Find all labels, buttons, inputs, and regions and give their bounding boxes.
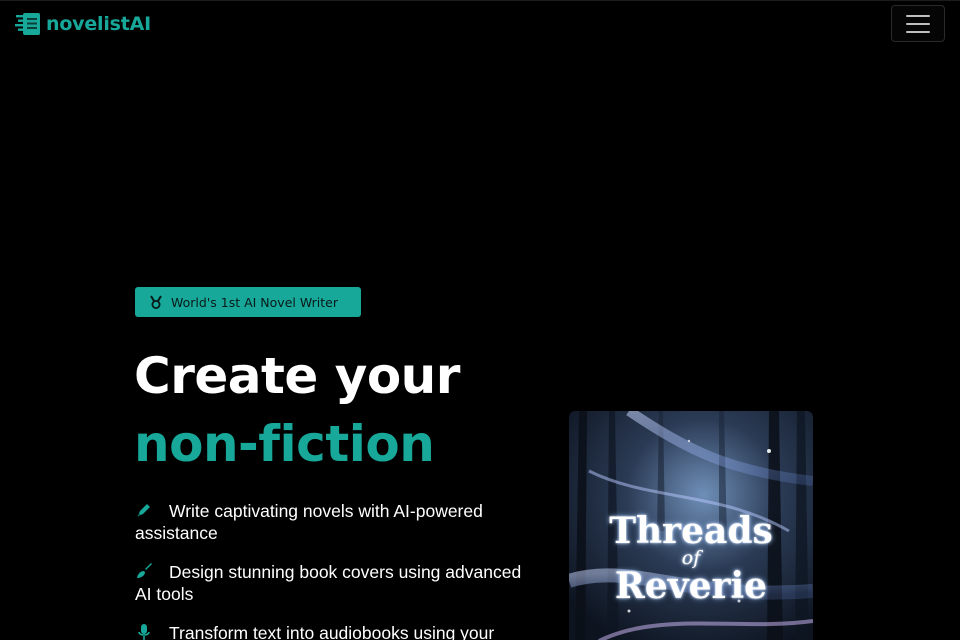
headline-line-2: non-fiction bbox=[134, 415, 435, 473]
hamburger-icon-bar bbox=[906, 22, 930, 25]
paintbrush-icon bbox=[137, 563, 152, 578]
cover-title-line-2: of bbox=[681, 547, 701, 569]
book-cover-image: Threads of Reverie bbox=[569, 411, 813, 640]
feature-text: Design stunning book covers using advanc… bbox=[135, 562, 522, 604]
headline-line-1: Create your bbox=[134, 347, 460, 405]
book-cover-title: Threads of Reverie bbox=[569, 511, 813, 607]
feature-item: Design stunning book covers using advanc… bbox=[135, 561, 535, 605]
pen-icon bbox=[137, 504, 150, 517]
feature-list: Write captivating novels with AI-powered… bbox=[135, 500, 535, 640]
cover-title-line-1: Threads bbox=[609, 510, 773, 552]
menu-toggle-button[interactable] bbox=[891, 5, 945, 42]
feature-text: Transform text into audiobooks using you… bbox=[169, 623, 495, 640]
feature-item: Write captivating novels with AI-powered… bbox=[135, 500, 535, 544]
brand-logo-link[interactable]: novelistAI bbox=[15, 11, 151, 37]
badge-text: World's 1st AI Novel Writer bbox=[171, 294, 338, 310]
medal-icon bbox=[150, 295, 162, 309]
hamburger-icon bbox=[906, 14, 930, 17]
hero-headline: Create your non-fiction bbox=[134, 342, 460, 478]
navbar: novelistAI bbox=[0, 0, 960, 46]
hamburger-icon-bar bbox=[906, 30, 930, 33]
feature-text: Write captivating novels with AI-powered… bbox=[135, 501, 483, 543]
logo-stripes-icon bbox=[15, 13, 40, 35]
cover-title-line-3: Reverie bbox=[614, 565, 768, 607]
page: novelistAI World's 1st AI Novel Writer C… bbox=[0, 0, 960, 640]
brand-name: novelistAI bbox=[46, 13, 152, 35]
feature-item: Transform text into audiobooks using you… bbox=[135, 622, 535, 640]
hero-badge: World's 1st AI Novel Writer bbox=[135, 287, 361, 317]
microphone-icon bbox=[138, 624, 150, 640]
